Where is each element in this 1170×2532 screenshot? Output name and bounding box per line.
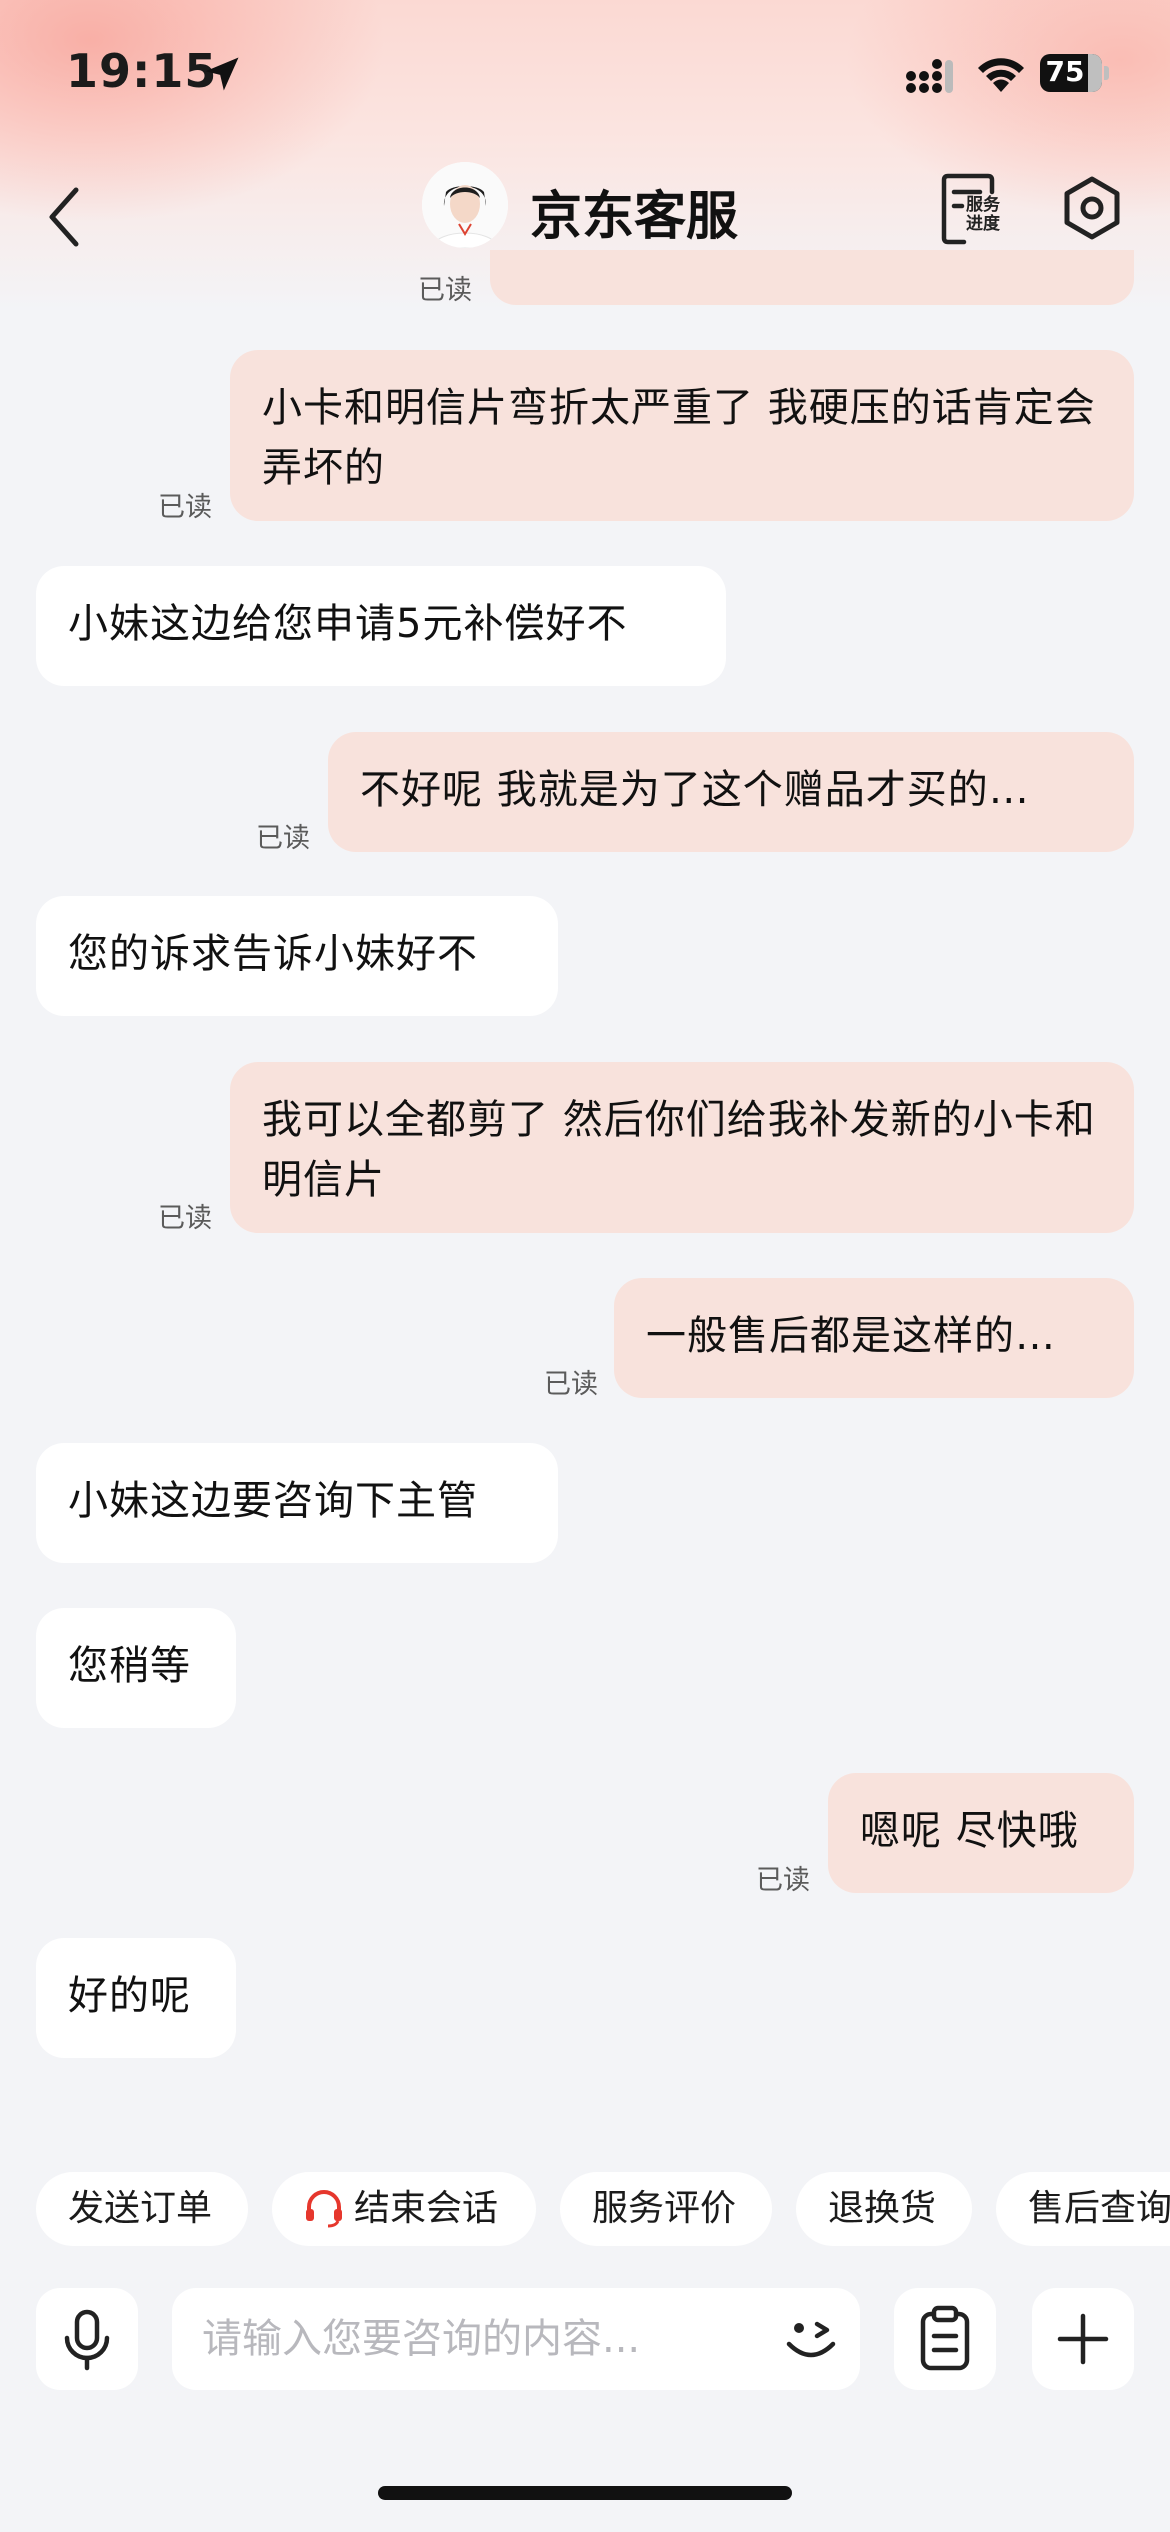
headset-icon	[306, 2190, 342, 2228]
emoji-wink-icon[interactable]	[775, 2302, 847, 2374]
composer-bar	[0, 2280, 1170, 2390]
read-receipt: 已读	[756, 1865, 810, 1896]
end-session-chip[interactable]: 结束会话	[272, 2172, 536, 2246]
clipboard-icon	[920, 2305, 970, 2371]
service-rating-chip[interactable]: 服务评价	[560, 2172, 772, 2246]
more-options-button[interactable]	[1032, 2288, 1134, 2390]
message-bubble-outgoing[interactable]	[490, 250, 1134, 305]
quick-action-bar: 发送订单 结束会话 服务评价 退换货 售后查询	[0, 2168, 1170, 2248]
read-receipt: 已读	[158, 492, 212, 523]
message-bubble-outgoing[interactable]: 我可以全都剪了 然后你们给我补发新的小卡和明信片	[230, 1062, 1134, 1233]
message-input[interactable]	[172, 2288, 860, 2390]
message-bubble-incoming[interactable]: 您的诉求告诉小妹好不	[36, 896, 558, 1016]
message-bubble-outgoing[interactable]: 一般售后都是这样的…	[614, 1278, 1134, 1398]
message-bubble-incoming[interactable]: 好的呢	[36, 1938, 236, 2058]
after-sales-query-chip[interactable]: 售后查询	[996, 2172, 1170, 2246]
service-progress-button[interactable]: 服务 进度	[936, 172, 1008, 252]
service-progress-label: 服务 进度	[966, 195, 1000, 234]
back-button[interactable]	[40, 172, 90, 262]
message-bubble-outgoing[interactable]: 小卡和明信片弯折太严重了 我硬压的话肯定会弄坏的	[230, 350, 1134, 521]
message-bubble-outgoing[interactable]: 嗯呢 尽快哦	[828, 1773, 1134, 1893]
wifi-icon	[978, 58, 1024, 92]
battery-indicator: 75	[1040, 54, 1110, 94]
read-receipt: 已读	[544, 1369, 598, 1400]
voice-input-button[interactable]	[36, 2288, 138, 2390]
return-exchange-chip[interactable]: 退换货	[796, 2172, 972, 2246]
battery-level: 75	[1045, 55, 1085, 88]
home-indicator[interactable]	[378, 2486, 792, 2500]
send-order-chip[interactable]: 发送订单	[36, 2172, 248, 2246]
clipboard-button[interactable]	[894, 2288, 996, 2390]
read-receipt: 已读	[256, 823, 310, 854]
agent-avatar	[422, 162, 508, 248]
settings-hexagon-icon[interactable]	[1058, 174, 1126, 242]
read-receipt: 已读	[418, 275, 472, 306]
status-time: 19:15	[66, 44, 218, 98]
message-bubble-incoming[interactable]: 小妹这边给您申请5元补偿好不	[36, 566, 726, 686]
microphone-icon	[64, 2309, 110, 2371]
status-bar: 19:15 75	[0, 0, 1170, 150]
page-title: 京东客服	[530, 187, 739, 247]
plus-icon	[1057, 2313, 1109, 2365]
cellular-signal-icon	[906, 59, 953, 93]
read-receipt: 已读	[158, 1203, 212, 1234]
message-bubble-incoming[interactable]: 您稍等	[36, 1608, 236, 1728]
message-bubble-outgoing[interactable]: 不好呢 我就是为了这个赠品才买的…	[328, 732, 1134, 852]
location-arrow-icon	[205, 57, 239, 91]
message-bubble-incoming[interactable]: 小妹这边要咨询下主管	[36, 1443, 558, 1563]
